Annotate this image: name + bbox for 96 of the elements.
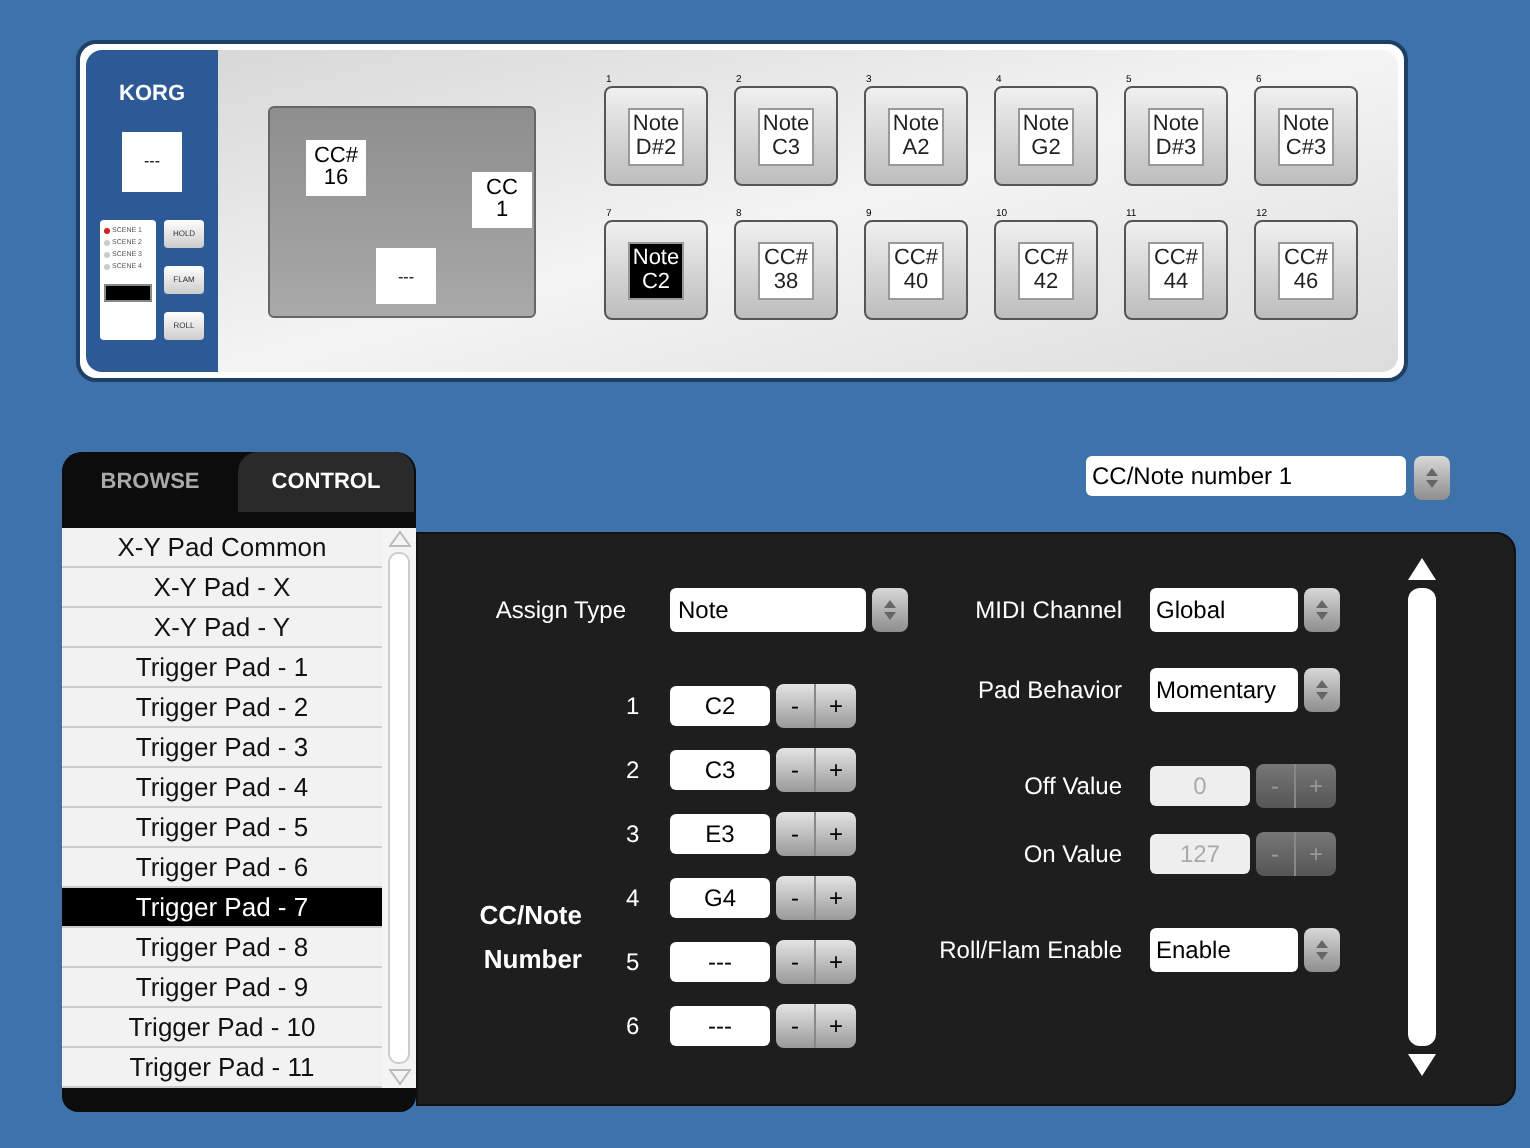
value-field[interactable]: C2: [670, 686, 770, 726]
pad-label: CC# 44: [1148, 241, 1204, 299]
trigger-pad[interactable]: Note C#3: [1254, 86, 1358, 186]
pad-label: CC# 40: [888, 241, 944, 299]
scroll-thumb[interactable]: [1408, 588, 1436, 1046]
scrollbar[interactable]: [382, 528, 416, 1088]
list-item[interactable]: Trigger Pad - 6: [62, 848, 382, 888]
pad-label: Note C3: [758, 107, 814, 165]
list-item[interactable]: Trigger Pad - 2: [62, 688, 382, 728]
minus-button[interactable]: -: [776, 940, 816, 984]
value-field[interactable]: ---: [670, 1006, 770, 1046]
plus-button[interactable]: +: [816, 1004, 856, 1048]
logo: KORG: [119, 80, 185, 110]
xy-pad-label: ---: [376, 248, 436, 304]
list-item[interactable]: Trigger Pad - 1: [62, 648, 382, 688]
row-number: 4: [626, 882, 642, 916]
pad-label: CC# 42: [1018, 241, 1074, 299]
list-item[interactable]: Trigger Pad - 5: [62, 808, 382, 848]
pad-label: Note D#3: [1148, 107, 1204, 165]
trigger-pad[interactable]: Note G2: [994, 86, 1098, 186]
plus-button[interactable]: +: [816, 684, 856, 728]
xy-pad[interactable]: CC# 16 CC 1 ---: [268, 106, 536, 318]
tab[interactable]: CONTROL: [238, 452, 414, 512]
list-item[interactable]: X-Y Pad - Y: [62, 608, 382, 648]
minus-button[interactable]: -: [776, 812, 816, 856]
minus-button[interactable]: -: [776, 684, 816, 728]
pad-label: Note C#3: [1278, 107, 1334, 165]
trigger-pad[interactable]: Note D#2: [604, 86, 708, 186]
spinner-button[interactable]: [1304, 928, 1340, 972]
select-field[interactable]: Enable: [1150, 928, 1298, 972]
list-item[interactable]: Trigger Pad - 11: [62, 1048, 382, 1088]
list-item[interactable]: Trigger Pad - 8: [62, 928, 382, 968]
field-label: MIDI Channel: [973, 594, 1122, 628]
trigger-pad[interactable]: CC# 46: [1254, 220, 1358, 320]
list-item[interactable]: X-Y Pad Common: [62, 528, 382, 568]
scroll-up-icon[interactable]: [1408, 558, 1436, 580]
trigger-pad[interactable]: CC# 42: [994, 220, 1098, 320]
plus-button[interactable]: +: [816, 812, 856, 856]
up-down-arrows-icon: [1316, 940, 1328, 960]
field-label: Assign Type: [493, 594, 626, 628]
up-down-arrows-icon: [1316, 680, 1328, 700]
plus-button[interactable]: +: [816, 940, 856, 984]
trigger-pad[interactable]: Note A2: [864, 86, 968, 186]
field-label: Pad Behavior: [975, 674, 1122, 708]
row-number: 6: [626, 1010, 642, 1044]
spinner-button[interactable]: [1304, 668, 1340, 712]
trigger-pad[interactable]: Note D#3: [1124, 86, 1228, 186]
minus-button[interactable]: -: [776, 1004, 816, 1048]
row-number: 2: [626, 754, 642, 788]
value-field[interactable]: ---: [670, 942, 770, 982]
value-field[interactable]: G4: [670, 878, 770, 918]
list-item[interactable]: X-Y Pad - X: [62, 568, 382, 608]
minus-button[interactable]: -: [776, 876, 816, 920]
pad-label: CC# 38: [758, 241, 814, 299]
value-field[interactable]: C3: [670, 750, 770, 790]
spinner-button[interactable]: [1304, 588, 1340, 632]
xy-pad-label: CC# 16: [306, 140, 366, 196]
pad-label: Note G2: [1018, 107, 1074, 165]
row-number: 3: [626, 818, 642, 852]
number-select[interactable]: CC/Note number 1: [1086, 456, 1406, 496]
list-item[interactable]: Trigger Pad - 4: [62, 768, 382, 808]
pad-label: CC# 46: [1278, 241, 1334, 299]
list-item[interactable]: Trigger Pad - 10: [62, 1008, 382, 1048]
field-label: Off Value: [1022, 770, 1122, 804]
scroll-thumb[interactable]: [388, 552, 410, 1064]
pad-label: Note A2: [888, 107, 944, 165]
trigger-pad[interactable]: Note C3: [734, 86, 838, 186]
spinner-button[interactable]: [872, 588, 908, 632]
select-field[interactable]: Momentary: [1150, 668, 1298, 712]
list-item[interactable]: Trigger Pad - 3: [62, 728, 382, 768]
select-field[interactable]: Note: [670, 588, 866, 632]
value-field[interactable]: E3: [670, 814, 770, 854]
scroll-down-icon[interactable]: [1408, 1054, 1436, 1076]
scene-button[interactable]: [104, 283, 152, 301]
trigger-pad[interactable]: CC# 40: [864, 220, 968, 320]
plus-button[interactable]: +: [816, 876, 856, 920]
plus-button[interactable]: +: [816, 748, 856, 792]
trigger-pad[interactable]: CC# 38: [734, 220, 838, 320]
up-down-arrows-icon: [1316, 600, 1328, 620]
field-label: CC/Note Number: [477, 898, 582, 978]
field-label: Roll/Flam Enable: [937, 934, 1122, 968]
select-field[interactable]: Global: [1150, 588, 1298, 632]
trigger-pad[interactable]: Note C2: [604, 220, 708, 320]
pad-label: Note C2: [628, 241, 684, 299]
trigger-pad[interactable]: CC# 44: [1124, 220, 1228, 320]
display: ---: [122, 131, 182, 191]
list-item[interactable]: Trigger Pad - 7: [62, 888, 382, 928]
field-label: On Value: [1021, 838, 1122, 872]
row-number: 5: [626, 946, 642, 980]
list-item[interactable]: Trigger Pad - 9: [62, 968, 382, 1008]
row-number: 1: [626, 690, 642, 724]
up-down-arrows-icon: [1426, 468, 1438, 488]
xy-pad-label: CC 1: [472, 172, 532, 228]
minus-button[interactable]: -: [776, 748, 816, 792]
pad-label: Note D#2: [628, 107, 684, 165]
up-down-arrows-icon: [884, 600, 896, 620]
